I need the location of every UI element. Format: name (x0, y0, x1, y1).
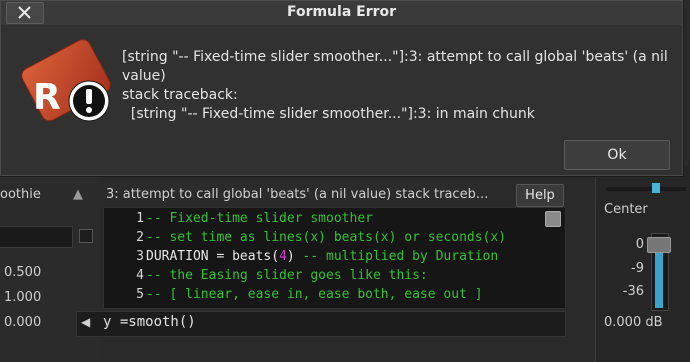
help-button[interactable]: Help (516, 184, 564, 207)
device-name-label: oothie (0, 187, 41, 202)
warning-triangle-icon: ▲ (73, 187, 83, 202)
code-text[interactable]: DURATION = beats(4) -- multiplied by Dur… (146, 249, 498, 264)
code-text[interactable]: -- the Easing slider goes like this: (146, 268, 428, 283)
app-logo-icon: R (21, 39, 111, 122)
line-number: 3 (136, 249, 144, 264)
left-input-field[interactable] (0, 226, 73, 248)
code-token: -- the Easing slider goes like this: (146, 268, 428, 283)
right-panel: Center 0 -9 -36 0.000 dB (595, 165, 690, 362)
exclamation-icon (68, 80, 110, 122)
error-status-bar: ▲ 3: attempt to call global 'beats' (a n… (73, 183, 595, 207)
expression-row[interactable]: ◀ y =smooth() (76, 311, 566, 337)
code-token: -- [ linear, ease in, ease both, ease ou… (146, 287, 483, 302)
code-token: -- set time as lines(x) beats(x) or seco… (146, 230, 507, 245)
dialog-title: Formula Error (286, 4, 397, 20)
param-value-3: 0.000 (4, 315, 42, 330)
volume-fader-handle[interactable] (647, 237, 671, 253)
pan-slider-knob[interactable] (652, 183, 660, 193)
volume-meter-fill (655, 251, 663, 308)
line-number: 4 (136, 268, 144, 283)
error-message-line: [string "-- Fixed-time slider smoother..… (122, 106, 535, 122)
meter-tick-9: -9 (631, 261, 644, 276)
line-number: 2 (136, 230, 144, 245)
volume-db-value: 0.000 dB (604, 315, 663, 330)
code-token: DURATION = (146, 249, 233, 264)
code-token: -- Fixed-time slider smoother (146, 211, 373, 226)
line-number: 1 (136, 211, 144, 226)
line-number: 5 (136, 287, 144, 302)
status-message: 3: attempt to call global 'beats' (a nil… (106, 187, 489, 202)
left-checkbox[interactable] (79, 229, 93, 243)
error-message: [string "-- Fixed-time slider smoother..… (122, 48, 682, 124)
code-text[interactable]: -- Fixed-time slider smoother (146, 211, 373, 226)
code-text[interactable]: -- set time as lines(x) beats(x) or seco… (146, 230, 506, 245)
dialog-titlebar[interactable]: Formula Error (1, 1, 682, 25)
code-token: -- multiplied by Duration (294, 249, 499, 264)
error-message-line: stack traceback: (122, 87, 238, 103)
param-value-2: 1.000 (4, 290, 42, 305)
error-message-line: [string "-- Fixed-time slider smoother..… (122, 49, 668, 65)
code-text[interactable]: -- [ linear, ease in, ease both, ease ou… (146, 287, 483, 302)
meter-tick-0: 0 (635, 237, 644, 252)
formula-error-dialog: Formula Error R [string "-- Fixed-time s… (0, 0, 683, 176)
code-editor[interactable]: 1 -- Fixed-time slider smoother 2 -- set ti… (103, 207, 566, 309)
logo-letter: R (33, 77, 61, 118)
ok-button[interactable]: Ok (564, 140, 670, 170)
error-message-line: value) (122, 68, 166, 84)
center-label: Center (604, 202, 648, 217)
meter-tick-36: -36 (622, 284, 644, 299)
code-token: beats( (232, 249, 280, 264)
code-scroll-handle[interactable] (545, 211, 561, 227)
collapse-left-icon[interactable]: ◀ (81, 315, 90, 329)
code-token: ) (286, 249, 295, 264)
expression-text[interactable]: y =smooth() (103, 314, 196, 330)
code-token: 4 (279, 249, 287, 264)
pan-slider-track[interactable] (606, 187, 686, 191)
param-value-1: 0.500 (4, 265, 42, 280)
